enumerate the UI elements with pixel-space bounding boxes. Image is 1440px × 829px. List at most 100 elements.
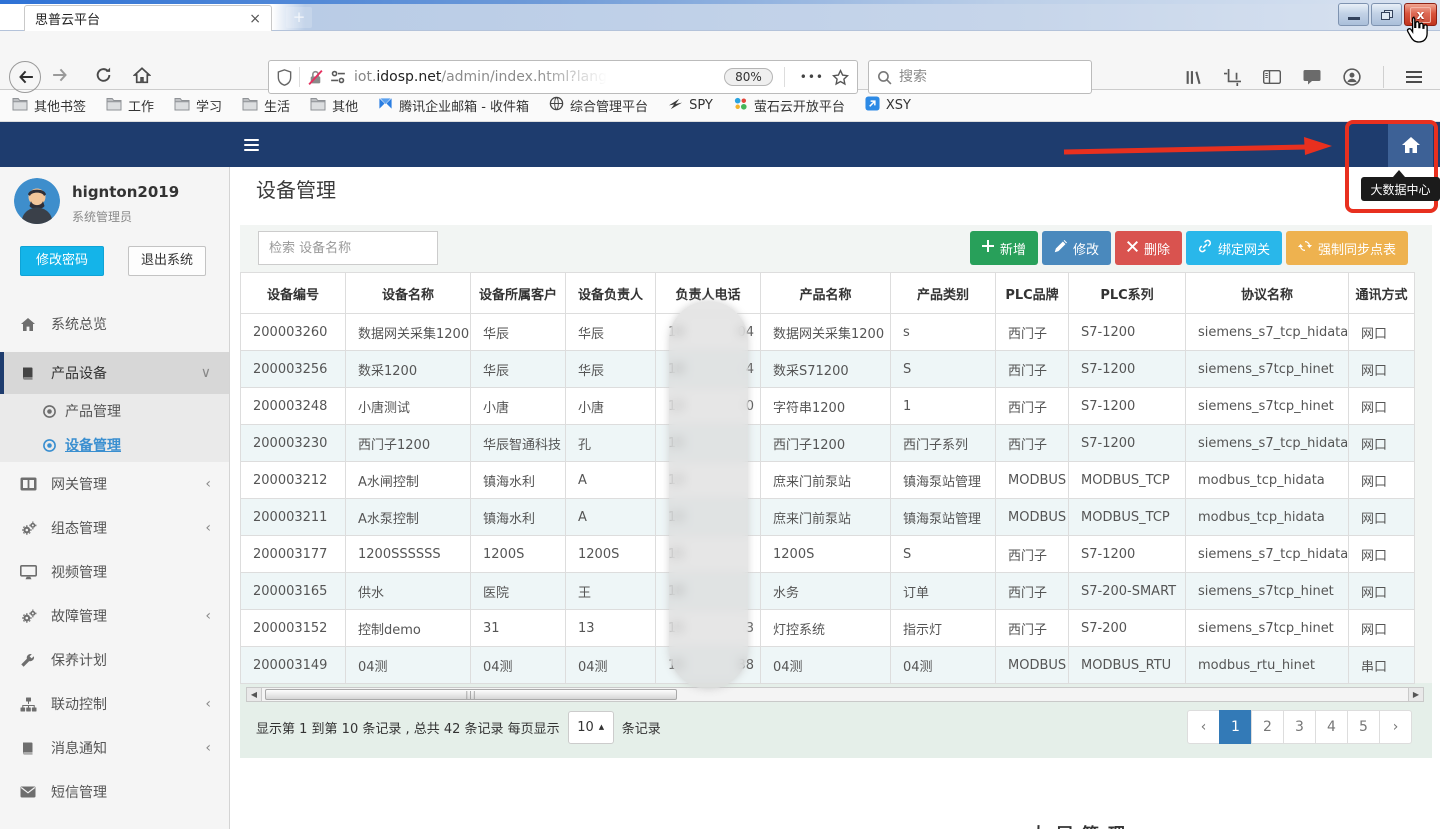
action-button-label: 删除 <box>1144 239 1170 258</box>
column-header[interactable]: PLC系列 <box>1069 273 1186 314</box>
action-button[interactable]: 绑定网关 <box>1186 231 1282 265</box>
page-number[interactable]: 2 <box>1251 710 1284 744</box>
column-header[interactable]: PLC品牌 <box>996 273 1069 314</box>
table-row[interactable]: 200003212A水闸控制镇海水利A13庶来门前泵站镇海泵站管理MODBUSM… <box>241 462 1415 499</box>
table-row[interactable]: 20000314904测04测04测153804测04测MODBUSMODBUS… <box>241 647 1415 684</box>
column-header[interactable]: 设备负责人 <box>566 273 656 314</box>
bookmark-item[interactable]: XSY <box>865 96 911 115</box>
minimize-button[interactable] <box>1338 3 1369 26</box>
column-header[interactable]: 产品类别 <box>891 273 996 314</box>
page-number[interactable]: 4 <box>1315 710 1348 744</box>
page-number[interactable]: 5 <box>1347 710 1380 744</box>
action-button[interactable]: 修改 <box>1042 231 1111 265</box>
sidebar-item[interactable]: 消息通知‹ <box>0 726 229 770</box>
device-search-input[interactable] <box>258 231 438 265</box>
new-tab-button[interactable]: + <box>286 7 312 28</box>
table-row[interactable]: 200003256数采1200华辰华辰184数采S71200S西门子S7-120… <box>241 351 1415 388</box>
bookmark-item[interactable]: 学习 <box>174 96 222 115</box>
bookmark-item[interactable]: 工作 <box>106 96 154 115</box>
action-button[interactable]: 强制同步点表 <box>1286 231 1408 265</box>
scroll-right-arrow-icon[interactable]: ▶ <box>1408 688 1423 701</box>
table-row[interactable]: 200003152控制demo3113153灯控系统指示灯西门子S7-200si… <box>241 610 1415 647</box>
table-row[interactable]: 200003211A水泵控制镇海水利A13庶来门前泵站镇海泵站管理MODBUSM… <box>241 499 1415 536</box>
back-button[interactable] <box>9 61 41 93</box>
action-button[interactable]: 删除 <box>1115 231 1182 265</box>
table-row[interactable]: 200003230西门子1200华辰智通科技孔15西门子1200西门子系列西门子… <box>241 425 1415 462</box>
screenshot-crop-icon[interactable] <box>1224 69 1241 86</box>
zoom-level-badge[interactable]: 80% <box>724 68 773 86</box>
account-icon[interactable] <box>1343 68 1361 86</box>
sidebar-item[interactable]: 组态管理‹ <box>0 506 229 550</box>
sidebar-item[interactable]: 系统总览 <box>0 296 229 352</box>
page-number[interactable]: 3 <box>1283 710 1316 744</box>
change-password-button[interactable]: 修改密码 <box>20 246 104 276</box>
app-menu-icon[interactable] <box>1406 68 1422 86</box>
reload-button[interactable] <box>95 67 112 88</box>
user-role: 系统管理员 <box>72 208 132 225</box>
sidebar-item[interactable]: 联动控制‹ <box>0 682 229 726</box>
table-cell: S7-1200 <box>1069 536 1186 573</box>
table-cell: 西门子系列 <box>891 425 996 462</box>
table-cell: 西门子1200 <box>346 425 471 462</box>
avatar[interactable] <box>14 178 60 224</box>
table-cell: S7-200-SMART <box>1069 573 1186 610</box>
sidebar-item[interactable]: 短信管理 <box>0 770 229 814</box>
restore-icon <box>1381 10 1393 20</box>
sidebar-item[interactable]: 网关管理‹ <box>0 462 229 506</box>
sidebar-item[interactable]: 大屏管理 <box>0 814 229 829</box>
table-row[interactable]: 200003248小唐测试小唐小唐130字符串12001西门子S7-1200si… <box>241 388 1415 425</box>
home-button[interactable] <box>133 67 151 88</box>
page-actions-icon[interactable]: ••• <box>800 70 824 84</box>
table-row[interactable]: 200003165供水医院王18水务订单西门子S7-200-SMARTsieme… <box>241 573 1415 610</box>
table-cell: siemens_s7_tcp_hidata <box>1186 425 1349 462</box>
column-header[interactable]: 设备名称 <box>346 273 471 314</box>
sidebar-subitem[interactable]: 产品管理 <box>0 394 229 428</box>
page-prev[interactable]: ‹ <box>1187 710 1220 744</box>
scrollbar-thumb[interactable]: ||| <box>265 689 677 700</box>
column-header[interactable]: 通讯方式 <box>1349 273 1415 314</box>
page-number[interactable]: 1 <box>1219 710 1252 744</box>
library-icon[interactable] <box>1184 69 1202 86</box>
horizontal-scrollbar[interactable]: ◀ ||| ▶ <box>246 687 1424 702</box>
bookmark-star-icon[interactable] <box>832 69 849 86</box>
forward-button[interactable] <box>52 66 70 88</box>
page-size-dropdown[interactable]: 10 ▲ <box>568 711 614 744</box>
bookmark-item[interactable]: 萤石云开放平台 <box>733 96 845 115</box>
chat-bubble-icon[interactable] <box>1303 69 1321 85</box>
sidebar-item-label: 组态管理 <box>51 518 205 538</box>
restore-button[interactable] <box>1371 3 1402 26</box>
column-header[interactable]: 设备所属客户 <box>471 273 566 314</box>
sidebar-subitem[interactable]: 设备管理 <box>0 428 229 462</box>
bookmark-item[interactable]: 腾讯企业邮箱 - 收件箱 <box>378 96 529 115</box>
sidebar-toggle-icon[interactable] <box>1263 69 1281 85</box>
sidebar-item[interactable]: 产品设备∨ <box>0 352 229 394</box>
bookmark-item[interactable]: 综合管理平台 <box>549 96 648 115</box>
column-header[interactable]: 产品名称 <box>761 273 891 314</box>
sidebar-item[interactable]: 保养计划 <box>0 638 229 682</box>
table-row[interactable]: 2000031771200SSSSSS1200S1200S151200SS西门子… <box>241 536 1415 573</box>
logout-button[interactable]: 退出系统 <box>128 246 206 276</box>
page-next[interactable]: › <box>1379 710 1412 744</box>
table-cell: 200003165 <box>241 573 346 610</box>
table-cell: 200003152 <box>241 610 346 647</box>
url-bar[interactable]: iot.idosp.net/admin/index.html?langu 80%… <box>268 60 858 94</box>
bookmark-item[interactable]: 生活 <box>242 96 290 115</box>
browser-tab[interactable]: 思普云平台 × <box>24 5 272 31</box>
bookmarks-bar: 其他书签 工作 学习 生活 其他 腾讯企业邮箱 - 收件箱 综合管理平台 SPY 萤石云开放平台… <box>0 90 1440 122</box>
sidebar-item[interactable]: 视频管理 <box>0 550 229 594</box>
sidebar-item[interactable]: 故障管理‹ <box>0 594 229 638</box>
column-header[interactable]: 设备编号 <box>241 273 346 314</box>
browser-search-box[interactable] <box>868 60 1092 94</box>
browser-search-input[interactable] <box>899 69 1049 85</box>
action-button[interactable]: 新增 <box>970 231 1038 265</box>
browser-titlebar: 思普云平台 × + x <box>0 0 1440 31</box>
table-cell: 西门子 <box>996 388 1069 425</box>
bookmark-item[interactable]: 其他 <box>310 96 358 115</box>
table-row[interactable]: 200003260数据网关采集1200华辰华辰1804数据网关采集1200s西门… <box>241 314 1415 351</box>
sidebar-collapse-icon[interactable] <box>244 136 259 154</box>
bookmark-item[interactable]: 其他书签 <box>12 96 86 115</box>
bookmark-item[interactable]: SPY <box>668 96 713 115</box>
column-header[interactable]: 协议名称 <box>1186 273 1349 314</box>
tab-close-icon[interactable]: × <box>249 12 261 26</box>
scroll-left-arrow-icon[interactable]: ◀ <box>247 688 262 701</box>
